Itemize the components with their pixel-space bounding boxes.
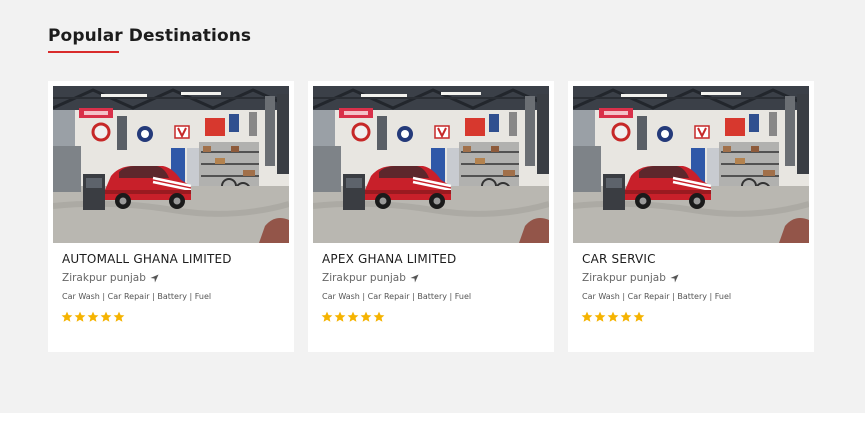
star-icon	[373, 308, 385, 322]
star-icon	[87, 308, 99, 322]
destination-card[interactable]: APEX GHANA LIMITED Zirakpur punjab Car W…	[308, 81, 554, 352]
navigation-arrow-icon	[150, 273, 159, 283]
star-rating	[61, 308, 125, 322]
star-icon	[347, 308, 359, 322]
star-rating	[321, 308, 385, 322]
card-title[interactable]: CAR SERVIC	[582, 252, 656, 266]
star-icon	[113, 308, 125, 322]
garage-photo[interactable]	[573, 86, 809, 243]
star-icon	[594, 308, 606, 322]
heading-underline	[48, 51, 119, 53]
star-icon	[607, 308, 619, 322]
card-location: Zirakpur punjab	[582, 272, 679, 284]
star-icon	[61, 308, 73, 322]
destination-card[interactable]: CAR SERVIC Zirakpur punjab Car Wash | Ca…	[568, 81, 814, 352]
card-services: Car Wash | Car Repair | Battery | Fuel	[322, 292, 472, 301]
location-text: Zirakpur punjab	[62, 272, 146, 284]
card-services: Car Wash | Car Repair | Battery | Fuel	[582, 292, 732, 301]
card-services: Car Wash | Car Repair | Battery | Fuel	[62, 292, 212, 301]
star-icon	[334, 308, 346, 322]
star-icon	[581, 308, 593, 322]
card-location: Zirakpur punjab	[322, 272, 419, 284]
navigation-arrow-icon	[670, 273, 679, 283]
destination-card[interactable]: AUTOMALL GHANA LIMITED Zirakpur punjab C…	[48, 81, 294, 352]
star-icon	[360, 308, 372, 322]
star-icon	[620, 308, 632, 322]
section-heading: Popular Destinations	[48, 26, 252, 46]
star-rating	[581, 308, 645, 322]
card-title[interactable]: APEX GHANA LIMITED	[322, 252, 456, 266]
garage-photo[interactable]	[313, 86, 549, 243]
star-icon	[100, 308, 112, 322]
location-text: Zirakpur punjab	[582, 272, 666, 284]
card-location: Zirakpur punjab	[62, 272, 159, 284]
location-text: Zirakpur punjab	[322, 272, 406, 284]
star-icon	[633, 308, 645, 322]
garage-photo[interactable]	[53, 86, 289, 243]
popular-destinations-section: Popular Destinations AUTOMALL GHANA LIMI…	[0, 0, 865, 413]
card-title[interactable]: AUTOMALL GHANA LIMITED	[62, 252, 232, 266]
star-icon	[74, 308, 86, 322]
star-icon	[321, 308, 333, 322]
navigation-arrow-icon	[410, 273, 419, 283]
